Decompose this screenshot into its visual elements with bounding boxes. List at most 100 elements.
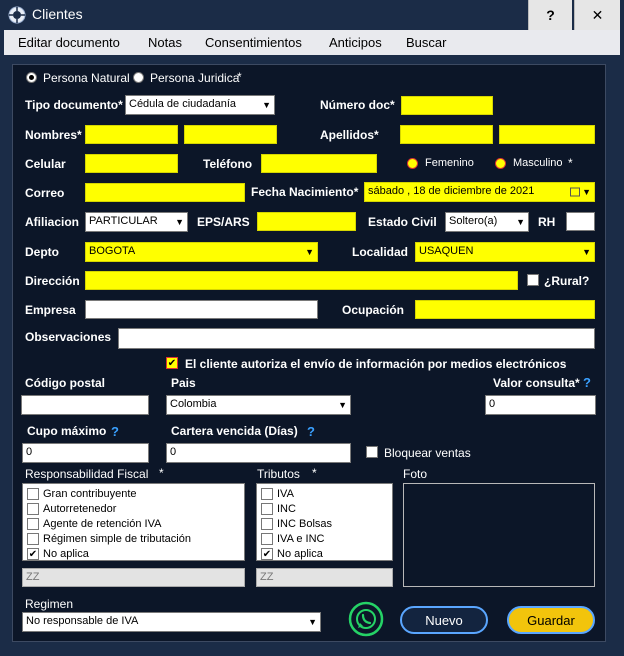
list-item[interactable]: INC — [261, 501, 296, 516]
checkbox[interactable] — [261, 532, 273, 545]
depto-select[interactable]: BOGOTA ▼ — [85, 242, 318, 262]
tipo-documento-select[interactable]: Cédula de ciudadanía ▼ — [125, 95, 275, 115]
fecha-nacimiento-value: sábado , 18 de diciembre de 2021 — [368, 185, 535, 197]
checkbox-checked[interactable]: ✔ — [27, 547, 39, 560]
responsabilidad-fiscal-label: Responsabilidad Fiscal — [25, 467, 149, 481]
chevron-down-icon: ▼ — [582, 247, 591, 257]
valor-consulta-help-icon[interactable]: ? — [583, 375, 591, 390]
apellidos-label: Apellidos* — [320, 128, 379, 142]
list-item-label: INC — [277, 502, 296, 515]
tipo-documento-label: Tipo documento* — [25, 98, 123, 112]
correo-input[interactable] — [85, 183, 245, 202]
bloquear-ventas-checkbox[interactable] — [366, 446, 378, 458]
list-item-label: Gran contribuyente — [43, 487, 137, 500]
direccion-input[interactable] — [85, 271, 518, 290]
list-item-label: No aplica — [43, 547, 89, 560]
persona-natural-radio[interactable] — [26, 72, 37, 83]
afiliacion-select[interactable]: PARTICULAR ▼ — [85, 212, 188, 232]
list-item-label: IVA — [277, 487, 294, 500]
checkbox[interactable] — [27, 517, 39, 530]
observaciones-input[interactable] — [118, 328, 595, 349]
guardar-button[interactable]: Guardar — [507, 606, 595, 634]
list-item[interactable]: ✔ No aplica — [27, 546, 89, 561]
chevron-down-icon: ▼ — [516, 217, 525, 227]
autoriza-checkbox[interactable]: ✔ — [166, 357, 178, 369]
checkbox[interactable] — [261, 487, 273, 500]
whatsapp-icon[interactable] — [348, 601, 384, 637]
chevron-down-icon: ▼ — [175, 217, 184, 227]
direccion-label: Dirección — [25, 274, 80, 288]
cartera-help-icon[interactable]: ? — [307, 424, 315, 439]
checkbox[interactable] — [27, 487, 39, 500]
responsabilidad-required-mark: * — [159, 466, 164, 480]
masculino-radio[interactable] — [495, 158, 506, 169]
nombres-label: Nombres* — [25, 128, 82, 142]
chevron-down-icon: ▼ — [262, 100, 271, 110]
estado-civil-value: Soltero(a) — [449, 215, 498, 227]
list-item[interactable]: Gran contribuyente — [27, 486, 137, 501]
estado-civil-label: Estado Civil — [368, 215, 437, 229]
checkbox[interactable] — [27, 502, 39, 515]
eps-ars-input[interactable] — [257, 212, 356, 231]
list-item-label: Autorretenedor — [43, 502, 117, 515]
empresa-label: Empresa — [25, 303, 76, 317]
cupo-maximo-input[interactable]: 0 — [22, 443, 149, 463]
cupo-maximo-label: Cupo máximo — [27, 424, 107, 438]
checkbox[interactable] — [261, 502, 273, 515]
foto-box[interactable] — [403, 483, 595, 587]
chevron-down-icon: ▼ — [582, 187, 591, 197]
list-item[interactable]: IVA e INC — [261, 531, 324, 546]
persona-juridica-radio[interactable] — [133, 72, 144, 83]
checkbox[interactable] — [27, 532, 39, 545]
primer-nombre-input[interactable] — [85, 125, 178, 144]
valor-consulta-input[interactable]: 0 — [485, 395, 596, 415]
celular-input[interactable] — [85, 154, 178, 173]
regimen-select[interactable]: No responsable de IVA ▼ — [22, 612, 321, 632]
list-item[interactable]: Agente de retención IVA — [27, 516, 161, 531]
autoriza-label: El cliente autoriza el envío de informac… — [185, 357, 567, 371]
empresa-input[interactable] — [85, 300, 318, 319]
list-item[interactable]: Autorretenedor — [27, 501, 116, 516]
menu-consentimientos[interactable]: Consentimientos — [205, 35, 302, 50]
pais-select[interactable]: Colombia ▼ — [166, 395, 351, 415]
list-item[interactable]: INC Bolsas — [261, 516, 332, 531]
estado-civil-select[interactable]: Soltero(a) ▼ — [445, 212, 529, 232]
primer-apellido-input[interactable] — [400, 125, 493, 144]
eps-ars-label: EPS/ARS — [197, 215, 250, 229]
rh-input[interactable] — [566, 212, 595, 231]
list-item[interactable]: ✔ No aplica — [261, 546, 323, 561]
segundo-apellido-input[interactable] — [499, 125, 595, 144]
sexo-required-mark: * — [568, 156, 573, 170]
observaciones-label: Observaciones — [25, 330, 112, 344]
femenino-radio[interactable] — [407, 158, 418, 169]
close-button[interactable]: ✕ — [574, 0, 620, 30]
nuevo-button[interactable]: Nuevo — [400, 606, 488, 634]
correo-label: Correo — [25, 186, 65, 200]
rural-checkbox[interactable] — [527, 274, 539, 286]
list-item[interactable]: Régimen simple de tributación — [27, 531, 191, 546]
valor-consulta-label: Valor consulta* — [493, 376, 580, 390]
ocupacion-input[interactable] — [415, 300, 595, 319]
cupo-help-icon[interactable]: ? — [111, 424, 119, 439]
menu-editar-documento[interactable]: Editar documento — [18, 35, 120, 50]
list-item[interactable]: IVA — [261, 486, 294, 501]
numero-doc-label: Número doc* — [320, 98, 395, 112]
help-button[interactable]: ? — [528, 0, 572, 30]
localidad-select[interactable]: USAQUEN ▼ — [415, 242, 595, 262]
list-item-label: INC Bolsas — [277, 517, 333, 530]
menu-notas[interactable]: Notas — [148, 35, 182, 50]
checkbox-checked[interactable]: ✔ — [261, 547, 273, 560]
list-item-label: Agente de retención IVA — [43, 517, 162, 530]
codigo-postal-input[interactable] — [21, 395, 149, 415]
menu-buscar[interactable]: Buscar — [406, 35, 446, 50]
segundo-nombre-input[interactable] — [184, 125, 277, 144]
cartera-vencida-input[interactable]: 0 — [166, 443, 351, 463]
menu-anticipos[interactable]: Anticipos — [329, 35, 382, 50]
chevron-down-icon: ▼ — [308, 617, 317, 627]
checkbox[interactable] — [261, 517, 273, 530]
app-icon — [8, 6, 26, 24]
numero-doc-input[interactable] — [401, 96, 493, 115]
rh-label: RH — [538, 215, 556, 229]
telefono-input[interactable] — [261, 154, 377, 173]
fecha-nacimiento-picker[interactable]: sábado , 18 de diciembre de 2021 ▼ — [364, 182, 595, 202]
